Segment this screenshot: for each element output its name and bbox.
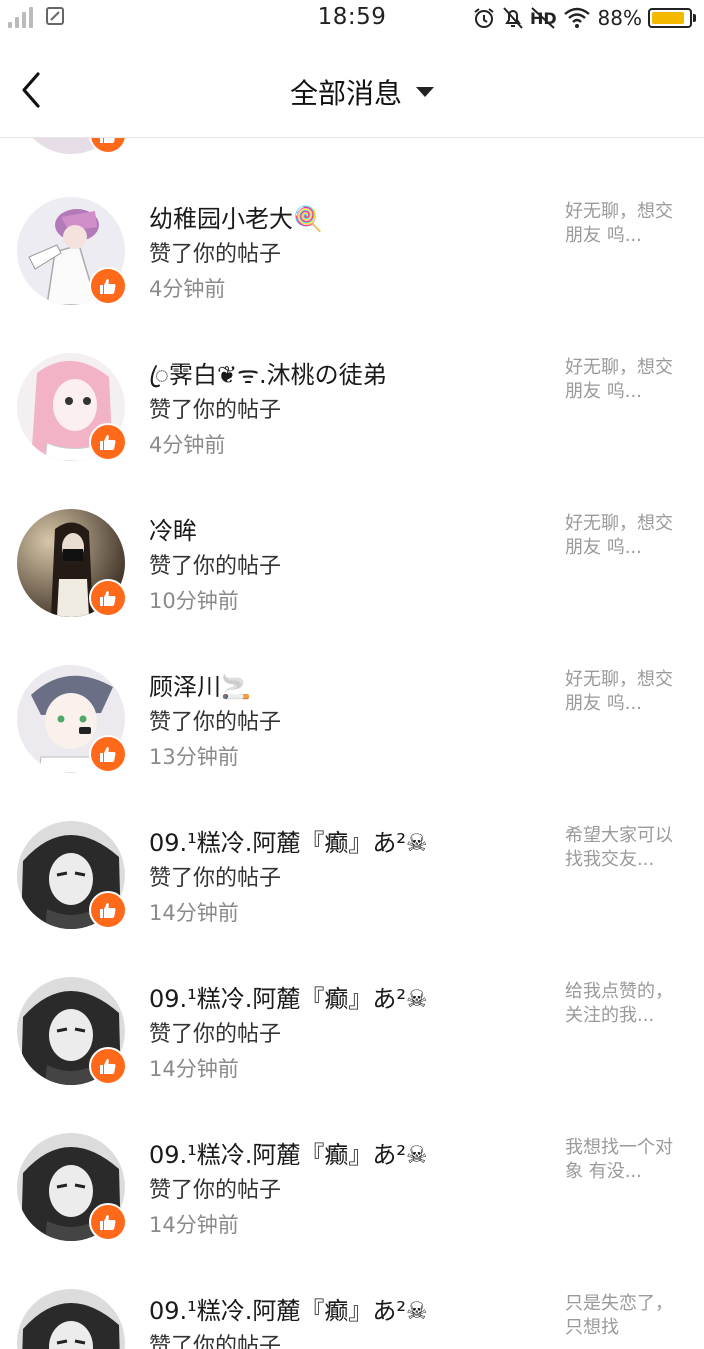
avatar[interactable] — [17, 353, 127, 461]
alarm-icon — [472, 6, 496, 30]
user-name[interactable]: 顾泽川🚬 — [149, 667, 251, 702]
timestamp: 4分钟前 — [149, 277, 226, 301]
notification-list: 幼稚园小老大🍭 赞了你的帖子 4分钟前 好无聊，想交朋友 呜... ꦿ霁白❦ᯤ.… — [0, 0, 704, 1349]
action-text: 赞了你的帖子 — [149, 710, 282, 735]
action-text: 赞了你的帖子 — [149, 1178, 282, 1203]
battery-percent: 88% — [597, 6, 642, 30]
post-snippet[interactable]: 好无聊，想交朋友 呜... — [565, 668, 677, 716]
post-snippet[interactable]: 给我点赞的，关注的我... — [565, 980, 677, 1028]
action-text: 赞了你的帖子 — [149, 242, 282, 267]
user-name[interactable]: 09.¹糕冷.阿麓『癫』あ²☠ — [149, 1135, 428, 1170]
action-text: 赞了你的帖子 — [149, 866, 282, 891]
list-item[interactable]: 09.¹糕冷.阿麓『癫』あ²☠ 赞了你的帖子 14分钟前 我想找一个对象 有没.… — [0, 1133, 704, 1289]
timestamp: 10分钟前 — [149, 589, 239, 613]
post-snippet[interactable]: 只是失恋了，只想找 — [565, 1292, 677, 1340]
caret-down-icon — [416, 87, 434, 97]
post-snippet[interactable]: 希望大家可以找我交友... — [565, 824, 677, 872]
list-item[interactable]: 幼稚园小老大🍭 赞了你的帖子 4分钟前 好无聊，想交朋友 呜... — [0, 197, 704, 353]
post-snippet[interactable]: 我想找一个对象 有没... — [565, 1136, 677, 1184]
battery-icon — [648, 8, 696, 28]
wifi-icon — [563, 7, 590, 29]
timestamp: 14分钟前 — [149, 1057, 239, 1081]
avatar[interactable] — [17, 197, 127, 305]
user-name[interactable]: 冷眸 — [149, 511, 197, 546]
post-snippet[interactable]: 好无聊，想交朋友 呜... — [565, 356, 677, 404]
thumbs-up-icon — [89, 1047, 127, 1085]
title-dropdown[interactable]: 全部消息 — [0, 72, 704, 112]
thumbs-up-icon — [89, 267, 127, 305]
timestamp: 14分钟前 — [149, 901, 239, 925]
action-text: 赞了你的帖子 — [149, 1022, 282, 1047]
user-name[interactable]: 幼稚园小老大🍭 — [149, 199, 323, 234]
thumbs-up-icon — [89, 891, 127, 929]
timestamp: 4分钟前 — [149, 433, 226, 457]
timestamp: 13分钟前 — [149, 745, 239, 769]
page-title: 全部消息 — [289, 77, 402, 110]
avatar[interactable] — [17, 509, 127, 617]
status-bar: 18:59 HD 88% — [0, 0, 704, 40]
thumbs-up-icon — [89, 423, 127, 461]
thumbs-up-icon — [89, 1203, 127, 1241]
user-name[interactable]: 09.¹糕冷.阿麓『癫』あ²☠ — [149, 979, 428, 1014]
avatar[interactable] — [17, 665, 127, 773]
avatar[interactable] — [17, 821, 127, 929]
mute-icon — [502, 6, 524, 30]
nfc-icon: HD — [530, 6, 558, 30]
avatar[interactable] — [17, 1289, 125, 1349]
nav-bar: 全部消息 — [0, 40, 704, 138]
list-item[interactable]: ꦿ霁白❦ᯤ.沐桃の徒弟 赞了你的帖子 4分钟前 好无聊，想交朋友 呜... — [0, 353, 704, 509]
post-snippet[interactable]: 好无聊，想交朋友 呜... — [565, 200, 677, 248]
list-item[interactable]: 顾泽川🚬 赞了你的帖子 13分钟前 好无聊，想交朋友 呜... — [0, 665, 704, 821]
list-item[interactable]: 09.¹糕冷.阿麓『癫』あ²☠ 赞了你的帖子 14分钟前 给我点赞的，关注的我.… — [0, 977, 704, 1133]
user-name[interactable]: 09.¹糕冷.阿麓『癫』あ²☠ — [149, 1291, 428, 1326]
action-text: 赞了你的帖子 — [149, 398, 282, 423]
avatar[interactable] — [17, 977, 127, 1085]
post-snippet[interactable]: 好无聊，想交朋友 呜... — [565, 512, 677, 560]
list-item[interactable]: 冷眸 赞了你的帖子 10分钟前 好无聊，想交朋友 呜... — [0, 509, 704, 665]
list-item[interactable]: 09.¹糕冷.阿麓『癫』あ²☠ 赞了你的帖子 只是失恋了，只想找 — [0, 1289, 704, 1349]
thumbs-up-icon — [89, 579, 127, 617]
avatar[interactable] — [17, 1133, 127, 1241]
user-name[interactable]: 09.¹糕冷.阿麓『癫』あ²☠ — [149, 823, 428, 858]
action-text: 赞了你的帖子 — [149, 1334, 282, 1349]
thumbs-up-icon — [89, 735, 127, 773]
list-item[interactable]: 09.¹糕冷.阿麓『癫』あ²☠ 赞了你的帖子 14分钟前 希望大家可以找我交友.… — [0, 821, 704, 977]
action-text: 赞了你的帖子 — [149, 554, 282, 579]
timestamp: 14分钟前 — [149, 1213, 239, 1237]
